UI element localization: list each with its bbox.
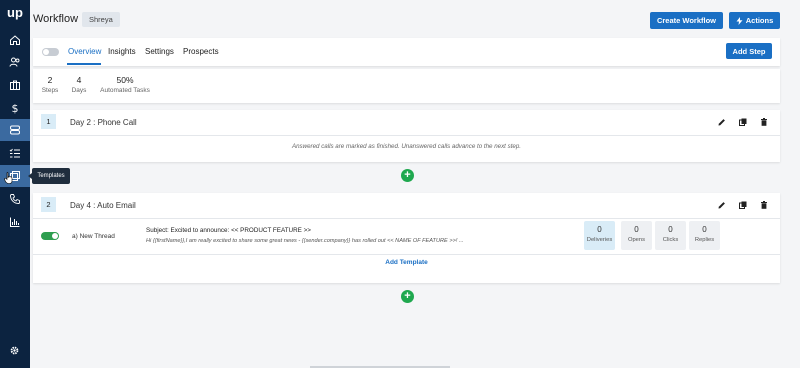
phone-icon[interactable]: [0, 188, 30, 210]
dollar-icon[interactable]: $: [0, 97, 30, 119]
workflow-icon[interactable]: [0, 119, 30, 141]
metric-label: Replies: [694, 237, 715, 243]
add-step-button[interactable]: Add Step: [726, 43, 772, 59]
templates-tooltip: Templates: [28, 168, 70, 184]
gear-icon[interactable]: [9, 345, 20, 356]
stat-label: Days: [71, 87, 87, 94]
step-number: 2: [41, 197, 56, 212]
stat-label: Automated Tasks: [100, 87, 150, 94]
users-icon[interactable]: [0, 51, 30, 73]
step-title[interactable]: Day 2 : Phone Call: [70, 118, 137, 127]
actions-button[interactable]: Actions: [729, 12, 780, 29]
add-step-end-button[interactable]: +: [401, 290, 414, 303]
step-card: 1 Day 2 : Phone Call Answered calls are …: [33, 110, 780, 162]
trash-icon[interactable]: [760, 201, 768, 209]
copy-icon[interactable]: [739, 118, 747, 126]
add-step-between-button[interactable]: +: [401, 169, 414, 182]
stat-steps: 2 Steps: [41, 75, 59, 94]
step-title[interactable]: Day 4 : Auto Email: [70, 201, 136, 210]
workflow-toggle[interactable]: [42, 48, 59, 56]
tab-insights[interactable]: Insights: [108, 47, 136, 56]
stat-days: 4 Days: [70, 75, 88, 94]
page-title: Workflow: [33, 13, 79, 25]
add-step-label: Add Step: [732, 46, 766, 56]
create-workflow-label: Create Workflow: [656, 16, 717, 25]
metric-value: 0: [702, 225, 707, 234]
metric-value: 0: [597, 225, 602, 234]
metric-label: Opens: [627, 237, 646, 243]
email-preview: Hi {{firstName}},I am really excited to …: [146, 238, 464, 244]
svg-text:$: $: [12, 102, 19, 114]
stat-value: 4: [76, 75, 82, 85]
sidebar: up $: [0, 0, 30, 368]
stat-value: 2: [47, 75, 53, 85]
copy-icon[interactable]: [739, 201, 747, 209]
stats-summary: 2 Steps 4 Days 50% Automated Tasks: [33, 69, 780, 103]
active-tab-indicator: [67, 63, 101, 65]
step-header: 1 Day 2 : Phone Call: [33, 110, 780, 136]
edit-icon[interactable]: [718, 118, 726, 126]
lightning-icon: [736, 16, 743, 25]
create-workflow-button[interactable]: Create Workflow: [650, 12, 723, 29]
metric-replies[interactable]: 0 Replies: [689, 221, 720, 250]
stat-value: 50%: [116, 75, 134, 85]
metric-value: 0: [668, 225, 673, 234]
step-note: Answered calls are marked as finished. U…: [291, 143, 522, 150]
metric-value: 0: [634, 225, 639, 234]
analytics-icon[interactable]: [0, 211, 30, 233]
metric-clicks[interactable]: 0 Clicks: [655, 221, 686, 250]
hand-cursor-icon: [4, 172, 13, 184]
metric-label: Clicks: [662, 237, 679, 243]
tab-prospects[interactable]: Prospects: [183, 47, 219, 56]
email-subject: Subject: Excited to announce: << PRODUCT…: [146, 227, 311, 234]
trash-icon[interactable]: [760, 118, 768, 126]
tab-settings[interactable]: Settings: [145, 47, 174, 56]
metric-label: Deliveries: [586, 237, 613, 243]
metric-deliveries[interactable]: 0 Deliveries: [584, 221, 615, 250]
edit-icon[interactable]: [718, 201, 726, 209]
stat-label: Steps: [41, 87, 59, 94]
step-card: 2 Day 4 : Auto Email a) New Thread Subje…: [33, 193, 780, 283]
app-logo[interactable]: up: [6, 5, 24, 21]
briefcase-icon[interactable]: [0, 74, 30, 96]
home-icon[interactable]: [0, 29, 30, 51]
stat-automated-tasks: 50% Automated Tasks: [97, 75, 153, 94]
tab-overview[interactable]: Overview: [68, 47, 101, 56]
actions-label: Actions: [745, 16, 774, 25]
step-number: 1: [41, 114, 56, 129]
step-header: 2 Day 4 : Auto Email: [33, 193, 780, 219]
email-template-row[interactable]: a) New Thread Subject: Excited to announ…: [33, 220, 780, 255]
thread-label: a) New Thread: [72, 233, 115, 240]
tabs-bar: Overview Insights Settings Prospects: [33, 38, 780, 66]
template-toggle[interactable]: [41, 232, 59, 240]
owner-badge: Shreya: [82, 12, 120, 27]
add-template-link[interactable]: Add Template: [33, 259, 780, 266]
metric-opens[interactable]: 0 Opens: [621, 221, 652, 250]
list-icon[interactable]: [0, 142, 30, 164]
